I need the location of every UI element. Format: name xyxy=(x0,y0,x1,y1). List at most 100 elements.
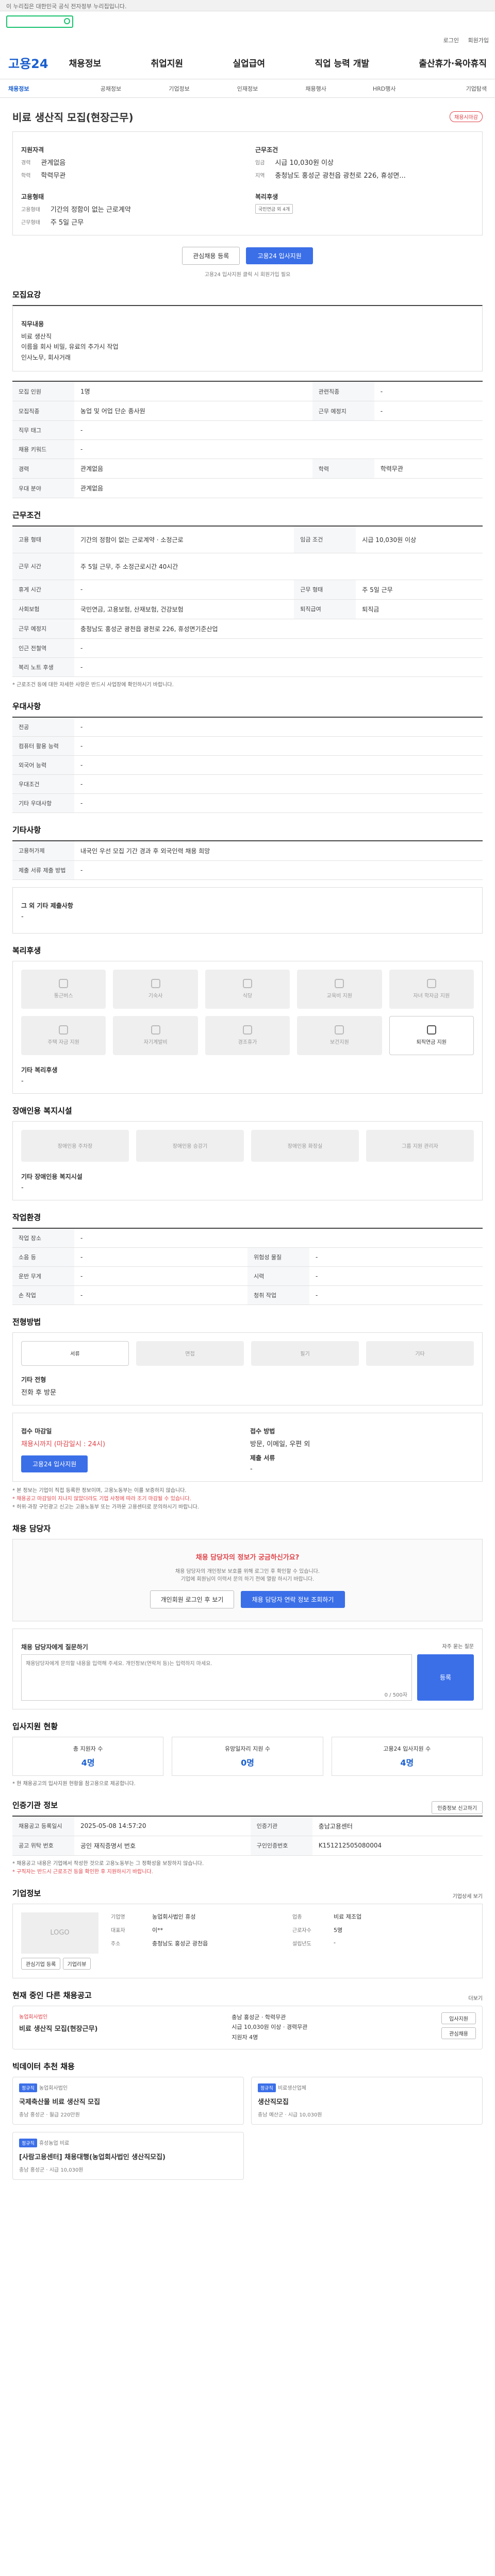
recommend-section: 빅데이터 추천 채용 정규직 농업회사법인 국제축산물 비료 생산직 모집 충남 … xyxy=(12,2049,483,2195)
table-label: 고용허가제 xyxy=(12,840,74,861)
recommend-job[interactable]: 국제축산물 비료 생산직 모집 xyxy=(19,2096,237,2106)
recommend-card[interactable]: 정규직 휴성농업 비료 [사람고용센터] 채용대행(농업회사법인 생산직모집) 충… xyxy=(12,2132,244,2180)
process-type-value: 전화 후 방문 xyxy=(21,1388,57,1397)
subnav-item[interactable]: 인재정보 xyxy=(213,84,282,93)
method-label: 접수 방법 xyxy=(250,1427,275,1435)
table-label: 근무 시간 xyxy=(12,553,74,580)
status-label: 총 지원자 수 xyxy=(73,1745,103,1752)
similar-exp: 경력무관 xyxy=(286,2024,308,2031)
facility-label: 자녀 학자금 지원 xyxy=(413,993,450,999)
status-note: * 현 채용공고의 입사지원 현황을 참고용으로 제공합니다. xyxy=(12,1781,136,1787)
cert-note: * 구직자는 반드시 근로조건 등을 확인한 후 지원하시기 바랍니다. xyxy=(12,1869,153,1875)
recommend-card[interactable]: 정규직 비료생산업체 생산직모집 충남 예산군 · 시급 10,030원 xyxy=(251,2077,483,2125)
similar-interest-button[interactable]: 관심채용 xyxy=(441,2027,476,2039)
company-review-button[interactable]: 기업리뷰 xyxy=(62,1957,91,1970)
misc-etc-label: 그 외 기타 제출사항 xyxy=(21,902,73,909)
cert-table: 채용공고 등록일시 2025-05-08 14:57:20 인증기관 충남고용센터 공… xyxy=(12,1815,483,1856)
summary-value: 기간의 정함이 없는 근로계약 xyxy=(50,206,131,214)
signup-link[interactable]: 회원가입 xyxy=(468,37,489,44)
site-logo[interactable]: 고용24 xyxy=(8,54,48,72)
subnav-item[interactable]: 채용행사 xyxy=(282,84,350,93)
table-value: - xyxy=(74,638,483,658)
facility-tile: 자녀 학자금 지원 xyxy=(389,969,474,1009)
cert-report-button[interactable]: 인증정보 신고하기 xyxy=(432,1801,483,1814)
process-step: 서류 xyxy=(21,1341,129,1366)
table-label: 경력 xyxy=(12,459,74,479)
search-input[interactable] xyxy=(6,15,73,28)
status-section: 입사지원 현황 총 지원자 수 4명 유망일자리 지원 수 0명 고용24 입사지원… xyxy=(12,1709,483,1788)
company-label: 기업명 xyxy=(111,1914,125,1920)
global-nav: 고용24 채용정보 취업지원 실업급여 직업 능력 개발 출산휴가·육아휴직 xyxy=(0,46,495,79)
menu-item-support[interactable]: 취업지원 xyxy=(151,56,183,69)
recommend-tag: 정규직 xyxy=(19,2139,37,2148)
apply-button[interactable]: 고용24 입사지원 xyxy=(246,247,313,264)
facility-tile: 자기계발비 xyxy=(113,1015,198,1055)
inquire-contact-button[interactable]: 채용 담당자 연락 정보 조회하기 xyxy=(240,1590,345,1608)
section-title: 복리후생 xyxy=(12,945,41,955)
util-links: 로그인 회원가입 xyxy=(0,32,495,46)
welfare-chip[interactable]: 국민연금 외 4개 xyxy=(255,204,293,214)
table-value: 충청남도 홍성군 광천읍 광천로 226, 휴성면기준산업 xyxy=(74,619,483,639)
recommend-card[interactable]: 정규직 농업회사법인 국제축산물 비료 생산직 모집 충남 홍성군 · 월급 22… xyxy=(12,2077,244,2125)
company-info: 기업명 농업회사법인 휴성 업종 비료 제조업 대표자 이** 근로자수 5명 주소 충청남도… xyxy=(111,1912,474,1947)
section-title: 전형방법 xyxy=(12,1317,41,1327)
process-type-label: 기타 전형 xyxy=(21,1376,46,1383)
interest-company-button[interactable]: 관심기업 등록 xyxy=(21,1957,61,1970)
recommend-job[interactable]: 생산직모집 xyxy=(258,2096,476,2106)
similar-apply-button[interactable]: 입사지원 xyxy=(441,2012,476,2024)
recommend-company: 농업회사법인 xyxy=(39,2086,68,2092)
menu-item-leave[interactable]: 출산휴가·육아휴직 xyxy=(419,56,487,69)
subnav-item[interactable]: 채용정보 xyxy=(8,84,77,93)
table-label: 모집직종 xyxy=(12,401,74,421)
table-label: 채용 키워드 xyxy=(12,439,74,460)
subnav-item[interactable]: 공채정보 xyxy=(77,84,145,93)
login-view-button[interactable]: 개인회원 로그인 후 보기 xyxy=(150,1590,235,1608)
table-value: - xyxy=(374,381,483,402)
process-steps: 서류 면접 필기 기타 xyxy=(21,1341,474,1366)
inquiry-label: 채용 담당자에게 질문하기 xyxy=(21,1643,88,1651)
pref-section: 우대사항 전공 - 컴퓨터 활용 능력 - 외국어 능력 - 우대조건 - 기타 우대사… xyxy=(12,689,483,813)
login-link[interactable]: 로그인 xyxy=(443,37,459,44)
similar-more-link[interactable]: 더보기 xyxy=(468,1994,483,2002)
similar-job-title[interactable]: 비료 생산직 모집(현장근무) xyxy=(19,2023,98,2033)
table-label: 인근 전철역 xyxy=(12,638,74,658)
process-step: 면접 xyxy=(136,1341,244,1366)
apply-button-2[interactable]: 고용24 입사지원 xyxy=(21,1455,88,1472)
section-title: 우대사항 xyxy=(12,701,41,711)
summary-heading: 고용형태 xyxy=(21,193,44,200)
table-label: 전공 xyxy=(12,717,74,737)
inquiry-textarea[interactable]: 채용담당자에게 문의할 내용을 입력해 주세요. 개인정보(연락처 등)는 입력… xyxy=(21,1654,412,1701)
menu-item-jobs[interactable]: 채용정보 xyxy=(69,56,102,69)
manager-desc: 채용 담당자의 개인정보 보호를 위해 로그인 후 확인할 수 있습니다. xyxy=(175,1568,320,1574)
search-icon[interactable] xyxy=(64,18,70,24)
table-value: - xyxy=(309,1285,483,1305)
disabled-section: 장애인용 복지시설 장애인용 주차장 장애인용 승강기 장애인용 화장실 그룹 … xyxy=(12,1094,483,1200)
menu-item-training[interactable]: 직업 능력 개발 xyxy=(315,56,369,69)
table-label: 학력 xyxy=(312,459,374,479)
char-count: 0 / 500자 xyxy=(384,1692,407,1698)
subnav-item[interactable]: 기업정보 xyxy=(145,84,213,93)
pref-table: 전공 - 컴퓨터 활용 능력 - 외국어 능력 - 우대조건 - 기타 우대사항 - xyxy=(12,716,483,813)
similar-loc: 충남 홍성군 xyxy=(232,2013,260,2021)
process-step: 필기 xyxy=(251,1341,359,1366)
process-note: * 본 정보는 기업이 직접 등록한 정보이며, 고용노동부는 이를 보증하지 … xyxy=(12,1487,187,1494)
summary-heading: 지원자격 xyxy=(21,146,44,154)
subnav-item[interactable]: 기업탐색 xyxy=(418,84,487,93)
similar-job-card[interactable]: 농업회사법인 비료 생산직 모집(현장근무) 충남 홍성군 · 학력무관 시급 … xyxy=(12,2005,483,2050)
company-section: 기업정보 기업상세 보기 LOGO 관심기업 등록 기업리뷰 기업명 농업회사법인… xyxy=(12,1876,483,1978)
faq-link[interactable]: 자주 묻는 질문 xyxy=(442,1642,474,1650)
inquiry-submit-button[interactable]: 등록 xyxy=(417,1654,474,1701)
table-label: 사회보험 xyxy=(12,599,74,619)
section-title: 빅데이터 추천 채용 xyxy=(12,2062,75,2072)
summary-label: 근무형태 xyxy=(21,220,40,226)
interest-button[interactable]: 관심채용 등록 xyxy=(182,247,240,265)
menu-item-benefit[interactable]: 실업급여 xyxy=(233,56,265,69)
subnav-item[interactable]: HRD행사 xyxy=(350,84,419,93)
inquiry-placeholder: 채용담당자에게 문의할 내용을 입력해 주세요. 개인정보(연락처 등)는 입력… xyxy=(26,1660,212,1667)
recommend-wage: 월급 220만원 xyxy=(49,2112,80,2119)
company-more-link[interactable]: 기업상세 보기 xyxy=(453,1892,483,1900)
summary-heading: 근무조건 xyxy=(255,146,278,154)
duty-section: 모집요강 직무내용 비료 생산직 이름을 회사 비밀, 유료의 추가시 작업 인… xyxy=(12,278,483,499)
recommend-job[interactable]: [사람고용센터] 채용대행(농업회사법인 생산직모집) xyxy=(19,2151,237,2161)
disabled-tile: 그룹 지원 관리자 xyxy=(366,1129,474,1162)
